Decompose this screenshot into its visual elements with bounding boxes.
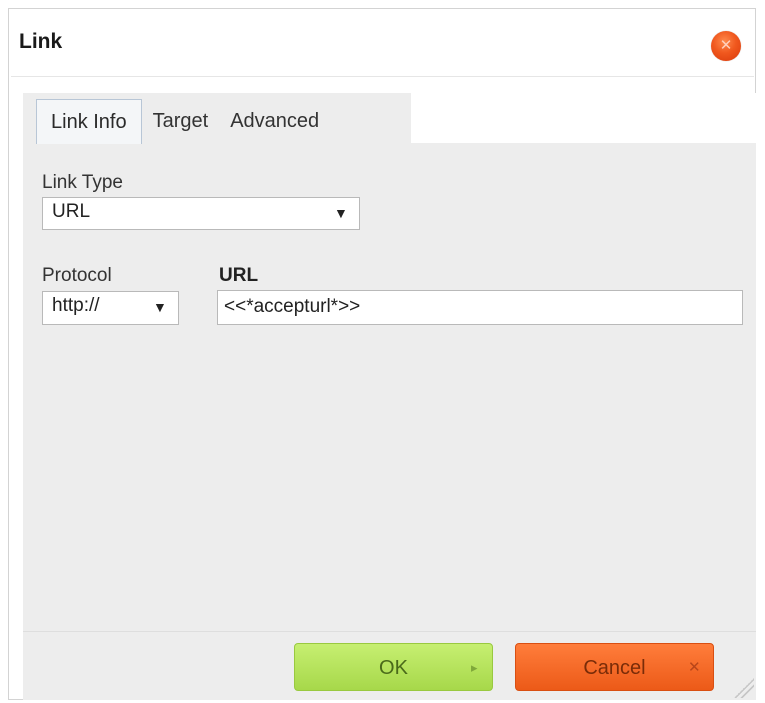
chevron-down-icon: ▼ (153, 299, 167, 315)
close-icon: ✕ (688, 659, 701, 676)
resize-handle[interactable] (734, 678, 754, 698)
link-type-label: Link Type (42, 172, 123, 193)
dialog-body (23, 93, 756, 631)
tab-bar: Link Info Target Advanced (36, 99, 330, 146)
tab-bar-background (411, 93, 756, 143)
tab-advanced[interactable]: Advanced (219, 99, 330, 144)
arrow-right-icon: ▸ (471, 660, 478, 675)
cancel-button-label: Cancel (583, 657, 646, 679)
url-label: URL (219, 265, 259, 286)
url-input[interactable]: <<*accepturl*>> (217, 290, 743, 325)
protocol-label: Protocol (42, 265, 112, 286)
cancel-button[interactable]: Cancel ✕ (515, 643, 714, 691)
chevron-down-icon: ▼ (334, 205, 348, 221)
tab-target[interactable]: Target (142, 99, 220, 144)
protocol-value: http:// (52, 295, 100, 316)
link-type-select[interactable]: URL ▼ (42, 197, 360, 230)
link-type-value: URL (52, 201, 91, 222)
header-divider (11, 76, 754, 77)
close-icon[interactable]: ✕ (711, 31, 741, 61)
ok-button[interactable]: OK ▸ (294, 643, 493, 691)
dialog-title: Link (19, 30, 63, 53)
tab-link-info[interactable]: Link Info (36, 99, 142, 144)
protocol-select[interactable]: http:// ▼ (42, 291, 179, 325)
ok-button-label: OK (379, 657, 408, 679)
